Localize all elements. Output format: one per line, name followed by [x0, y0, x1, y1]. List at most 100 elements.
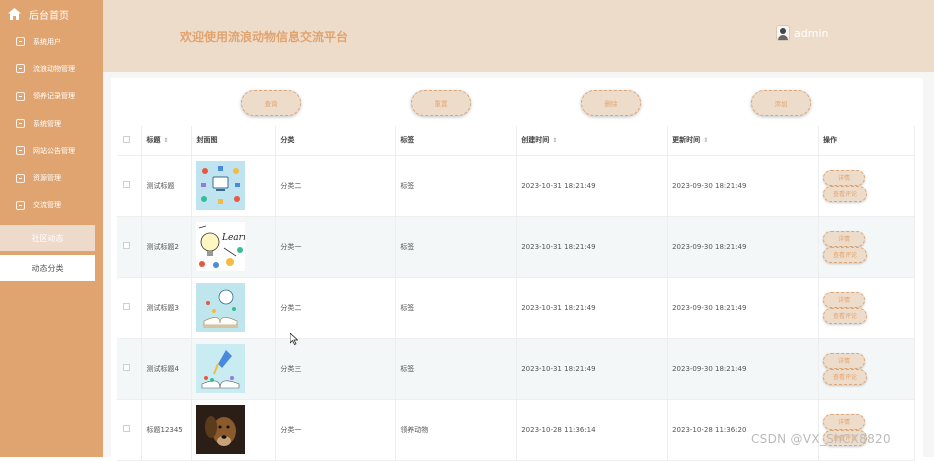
sidebar-item-label: 领养记录管理: [33, 92, 75, 101]
table-row: 标题12345 分类一 领养动物 2023-10-28 11:36:14 202…: [117, 399, 916, 461]
sidebar: 后台首页 系统用户 流浪动物管理 领养记录管理 系统管理 网站公告管理 资源管理…: [0, 0, 103, 457]
cell-updated: 2023-10-28 11:36:20: [667, 399, 819, 461]
sort-icon[interactable]: ⇕: [163, 137, 168, 144]
cell-cover: Learn: [191, 216, 277, 278]
detail-button[interactable]: 详情: [822, 413, 865, 430]
search-button[interactable]: 查询: [241, 90, 301, 116]
sidebar-item-system[interactable]: 系统管理: [0, 110, 103, 137]
cell-tag: 领养动物: [395, 399, 518, 461]
cell-tag: 标签: [395, 338, 518, 400]
cell-created: 2023-10-31 18:21:49: [516, 338, 669, 400]
cell-category: 分类三: [275, 338, 397, 400]
cell-actions: 详情查看评论: [818, 216, 916, 278]
username: admin: [794, 26, 829, 40]
home-icon: [8, 8, 21, 20]
sidebar-item-exchange[interactable]: 交流管理: [0, 192, 103, 219]
cell-tag: 标签: [395, 277, 518, 339]
cell-title: 测试标题: [141, 155, 193, 217]
header: 欢迎使用流浪动物信息交流平台 admin: [103, 0, 934, 72]
cell-tag: 标签: [395, 155, 518, 217]
reset-button[interactable]: 重置: [411, 90, 471, 116]
sidebar-item-label: 流浪动物管理: [33, 64, 75, 73]
watermark: CSDN @VX_ShCX8820: [751, 432, 891, 446]
cell-updated: 2023-09-30 18:21:49: [667, 155, 819, 217]
column-header-cover: 封面图: [191, 126, 277, 156]
shield-icon: [16, 200, 25, 210]
sidebar-item-notices[interactable]: 网站公告管理: [0, 137, 103, 164]
row-checkbox[interactable]: [123, 303, 130, 310]
sidebar-item-resources[interactable]: 资源管理: [0, 164, 103, 191]
cell-category: 分类二: [275, 277, 397, 339]
learn-doodle-image: Learn: [196, 222, 246, 271]
page-title: 欢迎使用流浪动物信息交流平台: [180, 30, 349, 44]
view-comments-button[interactable]: 查看评论: [822, 368, 867, 385]
cell-updated: 2023-09-30 18:21:49: [667, 277, 819, 339]
shield-icon: [16, 91, 25, 101]
row-checkbox[interactable]: [123, 425, 130, 432]
detail-button[interactable]: 详情: [822, 230, 865, 247]
cell-updated: 2023-09-30 18:21:49: [667, 216, 819, 278]
cell-title: 测试标题4: [141, 338, 193, 400]
cell-category: 分类一: [275, 216, 397, 278]
row-checkbox[interactable]: [123, 242, 130, 249]
dog-photo: [196, 405, 246, 454]
table-row: 测试标题4 分类三 标签 2023-10-31 18:21:49 2023-09…: [117, 338, 916, 400]
cell-actions: 详情查看评论: [818, 338, 916, 400]
cell-title: 测试标题2: [141, 216, 193, 278]
detail-button[interactable]: 详情: [822, 291, 865, 308]
column-header-created[interactable]: 创建时间 ⇕: [516, 126, 669, 156]
table-header-row: 标题 ⇕ 封面图 分类 标签 创建时间 ⇕ 更新时间 ⇕ 操作: [117, 126, 916, 156]
data-table: 标题 ⇕ 封面图 分类 标签 创建时间 ⇕ 更新时间 ⇕ 操作 测试标题 分类二…: [117, 126, 916, 461]
sidebar-subitem-categories[interactable]: 动态分类: [0, 255, 95, 281]
view-comments-button[interactable]: 查看评论: [822, 185, 867, 202]
table-row: 测试标题3 分类二 标签 2023-10-31 18:21:49 2023-09…: [117, 277, 916, 339]
check-square-icon: [16, 64, 25, 74]
user-menu[interactable]: admin: [776, 25, 828, 41]
cell-category: 分类一: [275, 399, 397, 461]
cell-cover: [191, 338, 277, 400]
edit-icon: [16, 119, 25, 129]
cell-title: 标题12345: [141, 399, 193, 461]
detail-button[interactable]: 详情: [822, 169, 865, 186]
sidebar-item-label: 资源管理: [33, 174, 61, 183]
sidebar-item-label: 交流管理: [33, 201, 61, 210]
mouse-cursor-icon: [290, 333, 298, 345]
cell-updated: 2023-09-30 18:21:49: [667, 338, 819, 400]
sidebar-item-animals[interactable]: 流浪动物管理: [0, 55, 103, 82]
sidebar-item-adoptions[interactable]: 领养记录管理: [0, 83, 103, 110]
detail-button[interactable]: 详情: [822, 352, 865, 369]
cell-created: 2023-10-31 18:21:49: [516, 216, 669, 278]
row-checkbox[interactable]: [123, 181, 130, 188]
avatar: [776, 25, 790, 41]
sidebar-home[interactable]: 后台首页: [0, 0, 103, 28]
sidebar-item-label: 系统用户: [33, 37, 61, 46]
sidebar-item-label: 网站公告管理: [33, 146, 75, 155]
sidebar-home-label: 后台首页: [29, 10, 69, 22]
select-all-checkbox[interactable]: [123, 135, 130, 143]
sidebar-item-users[interactable]: 系统用户: [0, 28, 103, 55]
cell-created: 2023-10-28 11:36:14: [516, 399, 669, 461]
cell-cover: [191, 155, 277, 217]
cell-actions: 详情查看评论: [818, 277, 916, 339]
column-header-title[interactable]: 标题 ⇕: [141, 126, 193, 156]
column-header-actions: 操作: [818, 126, 916, 156]
delete-button[interactable]: 删除: [581, 90, 641, 116]
table-panel: 查询 重置 删除 添加 标题 ⇕ 封面图 分类 标签 创建时间 ⇕ 更新时间 ⇕ 操作: [111, 78, 923, 461]
cell-cover: [191, 277, 277, 339]
sort-icon[interactable]: ⇕: [703, 137, 708, 144]
view-comments-button[interactable]: 查看评论: [822, 307, 867, 324]
view-comments-button[interactable]: 查看评论: [822, 246, 867, 263]
book-rocket-image: [196, 344, 246, 393]
plus-square-icon: [16, 37, 25, 47]
open-book-lightbulb-image: [196, 283, 246, 332]
edit-icon: [16, 173, 25, 183]
column-header-updated[interactable]: 更新时间 ⇕: [667, 126, 819, 156]
table-row: 测试标题2 Learn 分类一 标签: [117, 216, 916, 278]
add-button[interactable]: 添加: [751, 90, 811, 116]
sidebar-subitem-community[interactable]: 社区动态: [0, 225, 95, 251]
row-checkbox[interactable]: [123, 364, 130, 371]
sort-icon[interactable]: ⇕: [552, 137, 557, 144]
svg-text:Learn: Learn: [221, 233, 245, 243]
cell-title: 测试标题3: [141, 277, 193, 339]
cell-created: 2023-10-31 18:21:49: [516, 277, 669, 339]
